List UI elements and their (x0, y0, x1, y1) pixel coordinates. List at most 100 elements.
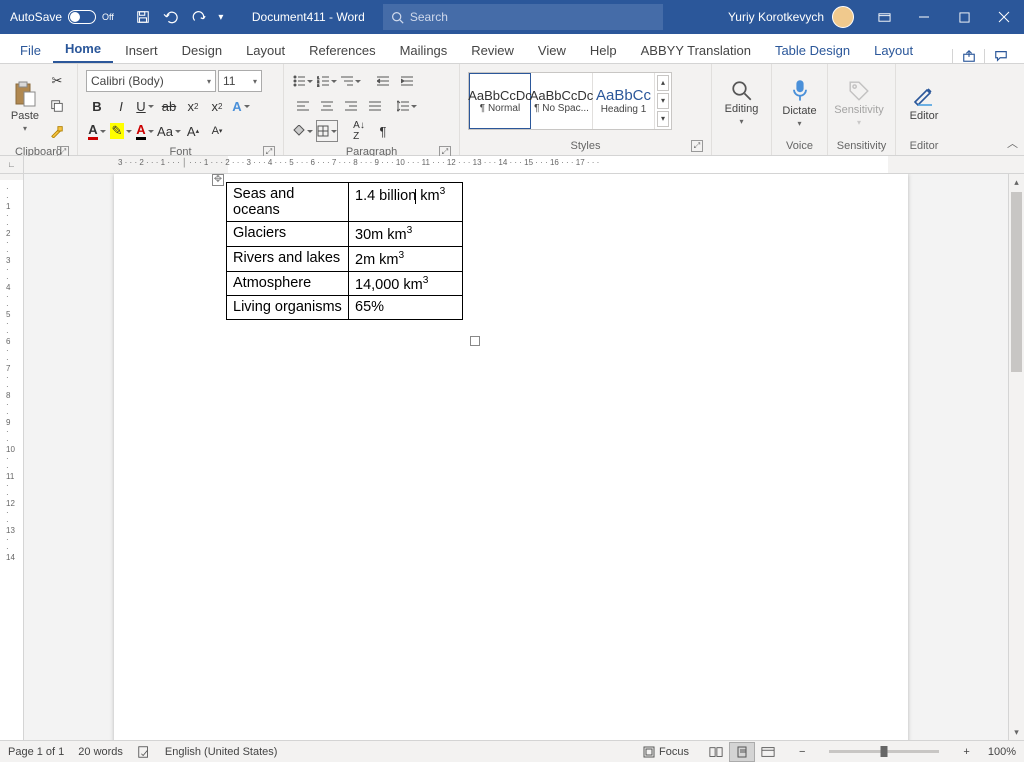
tab-abbyy[interactable]: ABBYY Translation (629, 37, 763, 63)
shrink-font-button[interactable]: A▾ (206, 120, 228, 142)
comments-button[interactable] (984, 49, 1016, 63)
tab-help[interactable]: Help (578, 37, 629, 63)
multilevel-button[interactable] (340, 70, 362, 92)
tab-insert[interactable]: Insert (113, 37, 170, 63)
tab-table-layout[interactable]: Layout (862, 37, 925, 63)
highlight-button[interactable]: ✎ (110, 120, 132, 142)
tab-table-design[interactable]: Table Design (763, 37, 862, 63)
table-cell[interactable]: Glaciers (227, 222, 349, 247)
qat-customize-button[interactable]: ▾ (214, 4, 228, 30)
font-color2-button[interactable]: A (134, 120, 156, 142)
styles-scroll-down[interactable]: ▾ (657, 93, 669, 109)
search-box[interactable] (383, 4, 663, 30)
styles-scroll-up[interactable]: ▴ (657, 75, 669, 91)
user-account[interactable]: Yuriy Korotkevych (718, 6, 864, 28)
tab-view[interactable]: View (526, 37, 578, 63)
borders-button[interactable] (316, 120, 338, 142)
read-mode-button[interactable] (703, 742, 729, 762)
tab-file[interactable]: File (8, 37, 53, 63)
font-name-combo[interactable]: Calibri (Body)▾ (86, 70, 216, 92)
ribbon-display-button[interactable] (864, 0, 904, 34)
superscript-button[interactable]: x2 (206, 95, 228, 117)
status-language[interactable]: English (United States) (165, 746, 278, 758)
format-painter-button[interactable] (46, 120, 68, 142)
table-row[interactable]: Seas and oceans 1.4 billion km3 (227, 183, 463, 222)
styles-gallery[interactable]: AaBbCcDc¶ Normal AaBbCcDc¶ No Spac... Aa… (468, 72, 672, 130)
zoom-in-button[interactable]: + (959, 746, 973, 758)
table-cell[interactable]: 2m km3 (349, 246, 463, 271)
table-cell[interactable]: Seas and oceans (227, 183, 349, 222)
web-layout-button[interactable] (755, 742, 781, 762)
change-case-button[interactable]: Aa (158, 120, 180, 142)
table-cell[interactable]: 1.4 billion km3 (349, 183, 463, 222)
align-left-button[interactable] (292, 95, 314, 117)
dictate-button[interactable]: Dictate ▾ (778, 68, 821, 138)
table-cell[interactable]: Living organisms (227, 296, 349, 320)
line-spacing-button[interactable] (396, 95, 418, 117)
underline-button[interactable]: U (134, 95, 156, 117)
font-color-button[interactable]: A (86, 120, 108, 142)
tab-selector[interactable]: ∟ (0, 156, 24, 173)
cut-button[interactable]: ✂ (46, 70, 68, 92)
bullets-button[interactable] (292, 70, 314, 92)
increase-indent-button[interactable] (396, 70, 418, 92)
subscript-button[interactable]: x2 (182, 95, 204, 117)
status-page[interactable]: Page 1 of 1 (8, 746, 64, 758)
style-no-spacing[interactable]: AaBbCcDc¶ No Spac... (531, 73, 593, 129)
close-button[interactable] (984, 0, 1024, 34)
minimize-button[interactable] (904, 0, 944, 34)
tab-design[interactable]: Design (170, 37, 234, 63)
zoom-out-button[interactable]: − (795, 746, 809, 758)
align-center-button[interactable] (316, 95, 338, 117)
table-row[interactable]: Atmosphere 14,000 km3 (227, 271, 463, 296)
status-words[interactable]: 20 words (78, 746, 123, 758)
table-cell[interactable]: 14,000 km3 (349, 271, 463, 296)
strikethrough-button[interactable]: ab (158, 95, 180, 117)
undo-button[interactable] (158, 4, 184, 30)
justify-button[interactable] (364, 95, 386, 117)
numbering-button[interactable]: 123 (316, 70, 338, 92)
table-move-handle[interactable]: ✥ (212, 174, 224, 186)
paste-button[interactable]: Paste ▾ (6, 68, 44, 144)
show-marks-button[interactable]: ¶ (372, 120, 394, 142)
decrease-indent-button[interactable] (372, 70, 394, 92)
italic-button[interactable]: I (110, 95, 132, 117)
search-input[interactable] (410, 10, 655, 24)
print-layout-button[interactable] (729, 742, 755, 762)
shading-button[interactable] (292, 120, 314, 142)
proofing-icon[interactable] (137, 745, 151, 759)
vertical-ruler[interactable]: ··1··2··3··4··5··6··7··8··9··10··11··12·… (0, 174, 24, 740)
focus-mode-button[interactable]: Focus (643, 746, 689, 758)
table-resize-handle[interactable] (470, 336, 480, 346)
tab-references[interactable]: References (297, 37, 387, 63)
vertical-scrollbar[interactable]: ▴ ▾ (1008, 174, 1024, 740)
tab-review[interactable]: Review (459, 37, 526, 63)
table-cell[interactable]: 30m km3 (349, 222, 463, 247)
scroll-up-button[interactable]: ▴ (1009, 174, 1024, 190)
grow-font-button[interactable]: A▴ (182, 120, 204, 142)
tab-layout[interactable]: Layout (234, 37, 297, 63)
table-row[interactable]: Glaciers 30m km3 (227, 222, 463, 247)
styles-launcher[interactable]: ⤢ (691, 140, 703, 152)
horizontal-ruler[interactable]: ∟ 3 · · · 2 · · · 1 · · · │ · · · 1 · · … (0, 156, 1024, 174)
sort-button[interactable]: A↓Z (348, 120, 370, 142)
editor-button[interactable]: Editor (902, 68, 946, 138)
style-normal[interactable]: AaBbCcDc¶ Normal (469, 73, 531, 129)
maximize-button[interactable] (944, 0, 984, 34)
text-effects-button[interactable]: A (230, 95, 252, 117)
table-cell[interactable]: Atmosphere (227, 271, 349, 296)
scroll-thumb[interactable] (1011, 192, 1022, 372)
editing-button[interactable]: Editing ▾ (718, 68, 765, 138)
redo-button[interactable] (186, 4, 212, 30)
document-canvas[interactable]: ✥ Seas and oceans 1.4 billion km3 Glacie… (24, 174, 1008, 740)
align-right-button[interactable] (340, 95, 362, 117)
scroll-down-button[interactable]: ▾ (1009, 724, 1024, 740)
style-heading1[interactable]: AaBbCcHeading 1 (593, 73, 655, 129)
table-row[interactable]: Living organisms 65% (227, 296, 463, 320)
zoom-slider[interactable] (829, 750, 939, 753)
table-cell[interactable]: 65% (349, 296, 463, 320)
autosave-toggle[interactable]: AutoSave Off (0, 10, 124, 24)
save-button[interactable] (130, 4, 156, 30)
zoom-level[interactable]: 100% (988, 746, 1016, 758)
zoom-thumb[interactable] (881, 746, 888, 757)
